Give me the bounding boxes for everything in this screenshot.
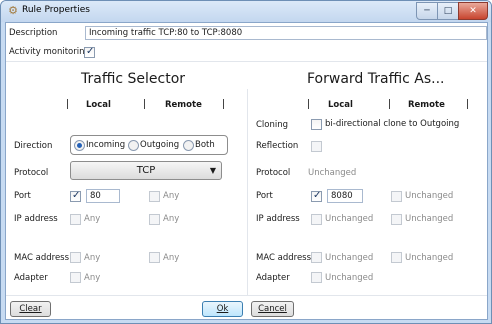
clear-button[interactable]: Clear: [10, 301, 51, 317]
vertical-divider: [247, 89, 248, 295]
mac-address-label: MAC address: [14, 253, 70, 263]
direction-both-radio[interactable]: [183, 140, 194, 151]
column-divider: [223, 99, 224, 109]
ts-mac-remote-label: Any: [163, 253, 180, 263]
maximize-button[interactable]: □: [437, 2, 459, 20]
fwd-ip-remote-label: Unchanged: [405, 214, 454, 224]
direction-both-label[interactable]: Both: [195, 139, 215, 151]
description-input[interactable]: Incoming traffic TCP:80 to TCP:8080: [85, 26, 487, 40]
fwd-adapter-label: Adapter: [256, 273, 290, 283]
adapter-label: Adapter: [14, 273, 48, 283]
minimize-button[interactable]: ─: [416, 2, 438, 20]
section-divider: [6, 61, 487, 62]
direction-incoming-label[interactable]: Incoming: [86, 139, 125, 151]
direction-label: Direction: [14, 141, 53, 151]
footer-divider: [6, 295, 487, 296]
ts-ip-local-checkbox[interactable]: [70, 214, 81, 225]
forward-traffic-title: Forward Traffic As...: [307, 71, 445, 87]
fwd-adapter-local-label: Unchanged: [325, 273, 374, 283]
fwd-protocol-label: Protocol: [256, 168, 291, 178]
ok-button-label: Ok: [216, 304, 229, 314]
direction-radio-group: Incoming Outgoing Both: [70, 135, 228, 155]
ts-port-remote-label: Any: [163, 191, 180, 201]
ts-port-remote-checkbox[interactable]: [149, 191, 160, 202]
ts-ip-remote-checkbox[interactable]: [149, 214, 160, 225]
cloning-option-label: bi-directional clone to Outgoing: [325, 119, 460, 129]
fwd-mac-local-checkbox[interactable]: [311, 252, 322, 263]
direction-incoming-radio[interactable]: [74, 140, 85, 151]
reflection-label: Reflection: [256, 141, 299, 151]
ts-port-local-checkbox[interactable]: [70, 190, 81, 202]
direction-outgoing-radio[interactable]: [128, 140, 139, 151]
column-divider: [144, 99, 145, 109]
column-divider: [67, 99, 68, 109]
fwd-port-local-checkbox[interactable]: [311, 190, 322, 202]
title-bar[interactable]: ⚙ Rule Properties ─ □ ✕: [1, 1, 491, 22]
protocol-label: Protocol: [14, 168, 49, 178]
activity-monitoring-checkbox[interactable]: [84, 46, 95, 58]
fwd-ip-local-label: Unchanged: [325, 214, 374, 224]
ts-local-header: Local: [86, 100, 111, 110]
fwd-port-remote-checkbox[interactable]: [391, 191, 402, 202]
description-label: Description: [9, 28, 58, 38]
fwd-adapter-local-checkbox[interactable]: [311, 272, 322, 283]
column-divider: [467, 99, 468, 109]
port-label: Port: [14, 191, 31, 201]
column-divider: [308, 99, 309, 109]
fwd-ip-address-label: IP address: [256, 214, 300, 224]
traffic-selector-title: Traffic Selector: [81, 71, 186, 87]
ts-ip-remote-label: Any: [163, 214, 180, 224]
fwd-mac-address-label: MAC address: [256, 253, 312, 263]
fwd-protocol-value: Unchanged: [308, 168, 357, 178]
column-divider: [389, 99, 390, 109]
direction-outgoing-label[interactable]: Outgoing: [140, 139, 179, 151]
dialog-content: Description Incoming traffic TCP:80 to T…: [5, 22, 488, 320]
fwd-mac-remote-checkbox[interactable]: [391, 252, 402, 263]
ip-address-label: IP address: [14, 214, 58, 224]
fwd-local-header: Local: [328, 100, 353, 110]
protocol-value: TCP: [136, 165, 156, 176]
ts-remote-header: Remote: [165, 100, 202, 110]
fwd-mac-remote-label: Unchanged: [405, 253, 454, 263]
ts-adapter-local-checkbox[interactable]: [70, 272, 81, 283]
ts-mac-local-checkbox[interactable]: [70, 252, 81, 263]
fwd-port-remote-label: Unchanged: [405, 191, 454, 201]
cancel-button[interactable]: Cancel: [251, 301, 294, 317]
cancel-button-label: Cancel: [258, 304, 287, 314]
clear-button-label: Clear: [19, 304, 42, 314]
ts-mac-local-label: Any: [84, 253, 101, 263]
rule-properties-window: ⚙ Rule Properties ─ □ ✕ Description Inco…: [0, 0, 492, 324]
ts-adapter-local-label: Any: [84, 273, 101, 283]
fwd-ip-remote-checkbox[interactable]: [391, 214, 402, 225]
reflection-checkbox[interactable]: [311, 141, 322, 152]
cloning-checkbox[interactable]: [311, 119, 322, 130]
fwd-port-local-input[interactable]: 8080: [327, 189, 363, 203]
close-button[interactable]: ✕: [458, 2, 488, 20]
activity-monitoring-label: Activity monitoring: [9, 47, 90, 57]
ok-button[interactable]: Ok: [202, 301, 243, 317]
ts-port-local-input[interactable]: 80: [86, 189, 120, 203]
ts-mac-remote-checkbox[interactable]: [149, 252, 160, 263]
fwd-port-label: Port: [256, 191, 273, 201]
fwd-remote-header: Remote: [408, 100, 445, 110]
gear-icon: ⚙: [8, 4, 18, 17]
ts-ip-local-label: Any: [84, 214, 101, 224]
fwd-mac-local-label: Unchanged: [325, 253, 374, 263]
protocol-dropdown[interactable]: TCP ▼: [70, 161, 222, 180]
chevron-down-icon: ▼: [209, 166, 216, 175]
fwd-ip-local-checkbox[interactable]: [311, 214, 322, 225]
window-title: Rule Properties: [22, 5, 90, 15]
cloning-label: Cloning: [256, 120, 289, 130]
